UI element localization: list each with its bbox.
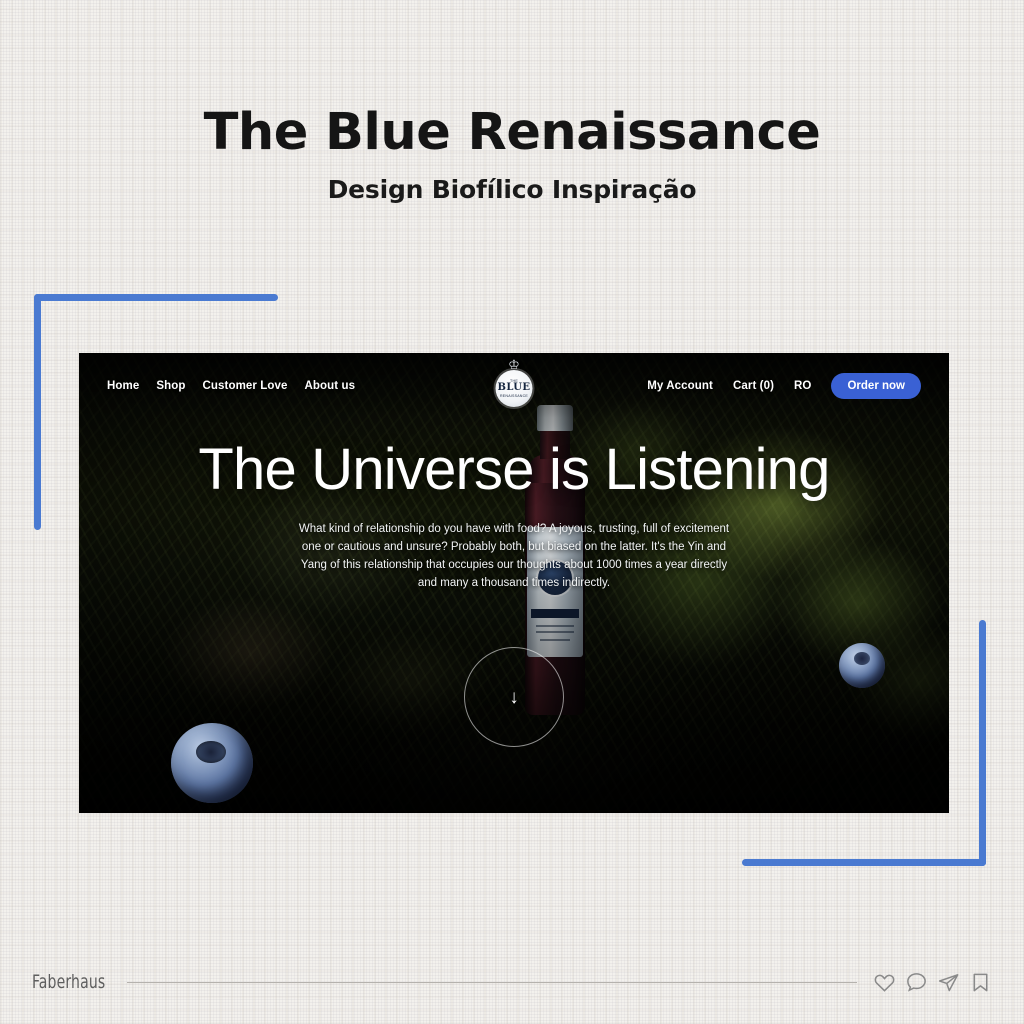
nav-link-cart[interactable]: Cart (0) [733,380,774,392]
page-title: The Blue Renaissance [203,103,821,162]
heart-icon[interactable] [873,971,896,994]
hero-headline: The Universe is Listening [198,437,830,502]
bracket-arm-vertical [979,620,986,866]
arrow-down-icon: ↓ [509,686,519,708]
nav-link-customer-love[interactable]: Customer Love [203,380,288,392]
nav-link-home[interactable]: Home [107,380,139,392]
bracket-arm-horizontal [34,294,278,301]
nav-link-about-us[interactable]: About us [305,380,356,392]
blueberry-calyx [196,740,226,763]
footer-brand-name: Faberhaus [32,971,106,993]
bookmark-icon[interactable] [969,971,992,994]
hero-copy: The Universe is Listening What kind of r… [79,441,949,593]
bracket-arm-vertical [34,294,41,530]
hero-paragraph: What kind of relationship do you have wi… [298,523,730,590]
brand-logo[interactable]: ♔ THE BLUE RENAISSANCE [487,357,541,409]
nav-link-my-account[interactable]: My Account [647,380,713,392]
nav-link-language[interactable]: RO [794,380,811,392]
brand-suffix: RENAISSANCE [500,394,528,398]
share-icon[interactable] [937,971,960,994]
nav-link-shop[interactable]: Shop [156,380,185,392]
social-actions [873,971,992,994]
bracket-arm-horizontal [742,859,986,866]
blueberry-image-small [839,643,885,688]
blueberry-image-large [171,723,253,803]
page-subtitle: Design Biofílico Inspiração [327,175,697,205]
nav-links-left: Home Shop Customer Love About us [107,380,355,392]
blueberry-calyx [854,652,870,665]
comment-icon[interactable] [905,971,928,994]
poster-footer: Faberhaus [0,962,1024,1002]
poster-heading: The Blue Renaissance Design Biofílico In… [0,104,1024,204]
scroll-down-button[interactable]: ↓ [464,647,564,747]
footer-divider [127,981,857,983]
brand-name: BLUE [497,382,531,393]
brand-logo-circle: THE BLUE RENAISSANCE [495,370,533,407]
nav-links-right: My Account Cart (0) RO Order now [647,373,921,399]
order-now-button[interactable]: Order now [831,373,921,399]
website-mockup: Home Shop Customer Love About us My Acco… [79,353,949,813]
